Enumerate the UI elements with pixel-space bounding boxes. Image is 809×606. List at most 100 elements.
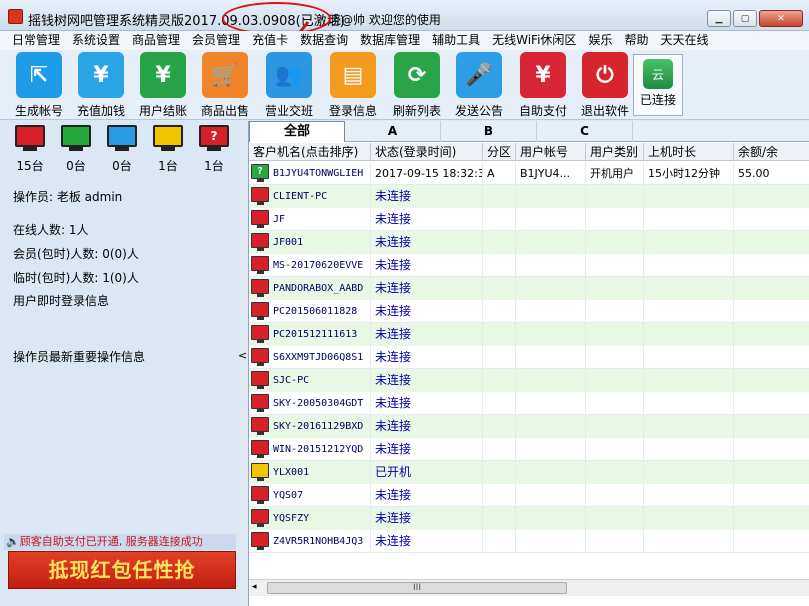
column-header[interactable]: 上机时长: [644, 143, 734, 161]
cell-account: [516, 369, 586, 392]
table-row[interactable]: JF 未连接: [249, 208, 809, 231]
client-name: JF001: [273, 237, 304, 248]
table-row[interactable]: JF001 未连接: [249, 231, 809, 254]
power-icon: ⏻: [582, 52, 628, 98]
table-row[interactable]: ? B1JYU4TONWGLIEH 2017-09-15 18:32:31 A B1JY…: [249, 162, 809, 185]
toolbar-button[interactable]: 🎤 发送公告: [448, 52, 510, 120]
column-header[interactable]: 客户机名(点击排序): [249, 143, 371, 161]
menu-item[interactable]: 充值卡: [246, 31, 294, 50]
toolbar-button-label: 营业交班: [264, 104, 313, 118]
column-header[interactable]: 分区: [483, 143, 516, 161]
status-group[interactable]: 0台: [106, 125, 138, 174]
cell-name: Z4VR5R1NOHB4JQ3: [249, 530, 371, 553]
client-pc-icon: [251, 417, 269, 435]
window-title: 摇钱树网吧管理系统精灵版2017.09.03.0908(已激活): [28, 14, 345, 29]
table-row[interactable]: PANDORABOX_AABD 未连接: [249, 277, 809, 300]
notice-text: 顾客自助支付已开通, 服务器连接成功: [19, 535, 203, 548]
table-row[interactable]: YQS07 未连接: [249, 484, 809, 507]
status-group[interactable]: 1台: [152, 125, 184, 174]
toolbar-button[interactable]: 👥 营业交班: [258, 52, 320, 120]
close-button[interactable]: ✕: [759, 10, 803, 27]
operator-log-link[interactable]: 操作员最新重要操作信息: [13, 348, 145, 365]
client-name: CLIENT-PC: [273, 191, 328, 202]
cell-status: 未连接: [371, 507, 483, 530]
menu-item[interactable]: 数据库管理: [354, 31, 426, 50]
column-header[interactable]: 状态(登录时间): [371, 143, 483, 161]
column-header[interactable]: 余额/余: [734, 143, 809, 161]
cell-type: [586, 254, 644, 277]
cell-status: 未连接: [371, 185, 483, 208]
cell-balance: [734, 415, 809, 438]
cell-balance: [734, 208, 809, 231]
table-row[interactable]: YQSFZY 未连接: [249, 507, 809, 530]
realtime-login-link[interactable]: 用户即时登录信息: [13, 292, 109, 309]
collapse-sidebar-icon[interactable]: <: [238, 349, 247, 362]
minimize-button[interactable]: ▁: [707, 10, 731, 27]
toolbar-button[interactable]: ¥ 用户结账: [132, 52, 194, 120]
menu-item[interactable]: 无线WiFi休闲区: [486, 31, 582, 50]
zone-tabs: 全部 A B C: [249, 121, 809, 142]
menu-item[interactable]: 商品管理: [126, 31, 186, 50]
toolbar-button[interactable]: ¥ 充值加钱: [70, 52, 132, 120]
scroll-thumb[interactable]: III: [267, 582, 567, 594]
cell-account: [516, 185, 586, 208]
scroll-left-icon[interactable]: ◂: [252, 582, 257, 592]
menu-item[interactable]: 会员管理: [186, 31, 246, 50]
menu-item[interactable]: 数据查询: [294, 31, 354, 50]
connection-status[interactable]: 云 已连接: [633, 54, 683, 116]
menu-item[interactable]: 系统设置: [66, 31, 126, 50]
toolbar-button[interactable]: ⇱ 生成帐号: [8, 52, 70, 120]
operator-info: 操作员: 老板 admin: [13, 190, 123, 204]
table-row[interactable]: SKY-20050304GDT 未连接: [249, 392, 809, 415]
toolbar-button[interactable]: ⏻ 退出软件: [574, 52, 636, 120]
cell-area: [483, 300, 516, 323]
monitor-status-icon: [153, 125, 183, 147]
status-group[interactable]: 0台: [60, 125, 92, 174]
table-row[interactable]: YLX001 已开机: [249, 461, 809, 484]
shift-handover-icon: 👥: [266, 52, 312, 98]
menu-item[interactable]: 天天在线: [654, 31, 714, 50]
table-row[interactable]: SKY-20161129BXD 未连接: [249, 415, 809, 438]
menu-item[interactable]: 辅助工具: [426, 31, 486, 50]
cell-area: [483, 484, 516, 507]
cell-status: 未连接: [371, 346, 483, 369]
tab-a[interactable]: A: [345, 121, 441, 142]
tab-all[interactable]: 全部: [249, 121, 345, 142]
tab-c[interactable]: C: [537, 121, 633, 142]
cell-area: [483, 346, 516, 369]
cell-type: 开机用户: [586, 162, 644, 185]
table-row[interactable]: PC201506011828 未连接: [249, 300, 809, 323]
table-row[interactable]: WIN-20151212YQD 未连接: [249, 438, 809, 461]
toolbar-button-label: 发送公告: [454, 104, 503, 118]
table-row[interactable]: S6XXM9TJD06Q8S1 未连接: [249, 346, 809, 369]
menu-item[interactable]: 娱乐: [582, 31, 618, 50]
column-header[interactable]: 用户类别: [586, 143, 644, 161]
maximize-button[interactable]: ▢: [733, 10, 757, 27]
cell-area: [483, 392, 516, 415]
table-row[interactable]: MS-20170620EVVE 未连接: [249, 254, 809, 277]
cell-type: [586, 346, 644, 369]
table-row[interactable]: CLIENT-PC 未连接: [249, 185, 809, 208]
refresh-icon: ⟳: [394, 52, 440, 98]
cell-status: 未连接: [371, 484, 483, 507]
table-row[interactable]: SJC-PC 未连接: [249, 369, 809, 392]
column-header[interactable]: 用户帐号: [516, 143, 586, 161]
status-group[interactable]: 15台: [14, 125, 46, 174]
menu-bar: 日常管理 系统设置 商品管理 会员管理 充值卡 数据查询 数据库管理 辅助工具 无线WiFi休闲…: [0, 31, 809, 50]
client-pc-icon: [251, 210, 269, 228]
toolbar-button[interactable]: 🛒 商品出售: [194, 52, 256, 120]
status-group[interactable]: ? 1台: [198, 125, 230, 174]
status-count: 1台: [204, 159, 224, 173]
menu-item[interactable]: 帮助: [618, 31, 654, 50]
table-row[interactable]: PC201512111613 未连接: [249, 323, 809, 346]
cell-duration: [644, 185, 734, 208]
toolbar-button[interactable]: ⟳ 刷新列表: [386, 52, 448, 120]
toolbar-button[interactable]: ▤ 登录信息: [322, 52, 384, 120]
table-row[interactable]: Z4VR5R1NOHB4JQ3 未连接: [249, 530, 809, 553]
menu-item[interactable]: 日常管理: [6, 31, 66, 50]
tab-b[interactable]: B: [441, 121, 537, 142]
promo-banner[interactable]: 抵现红包任性抢: [8, 551, 236, 589]
horizontal-scrollbar[interactable]: ◂ III: [249, 579, 809, 596]
toolbar-button[interactable]: ¥ 自助支付: [512, 52, 574, 120]
recharge-icon: ¥: [78, 52, 124, 98]
